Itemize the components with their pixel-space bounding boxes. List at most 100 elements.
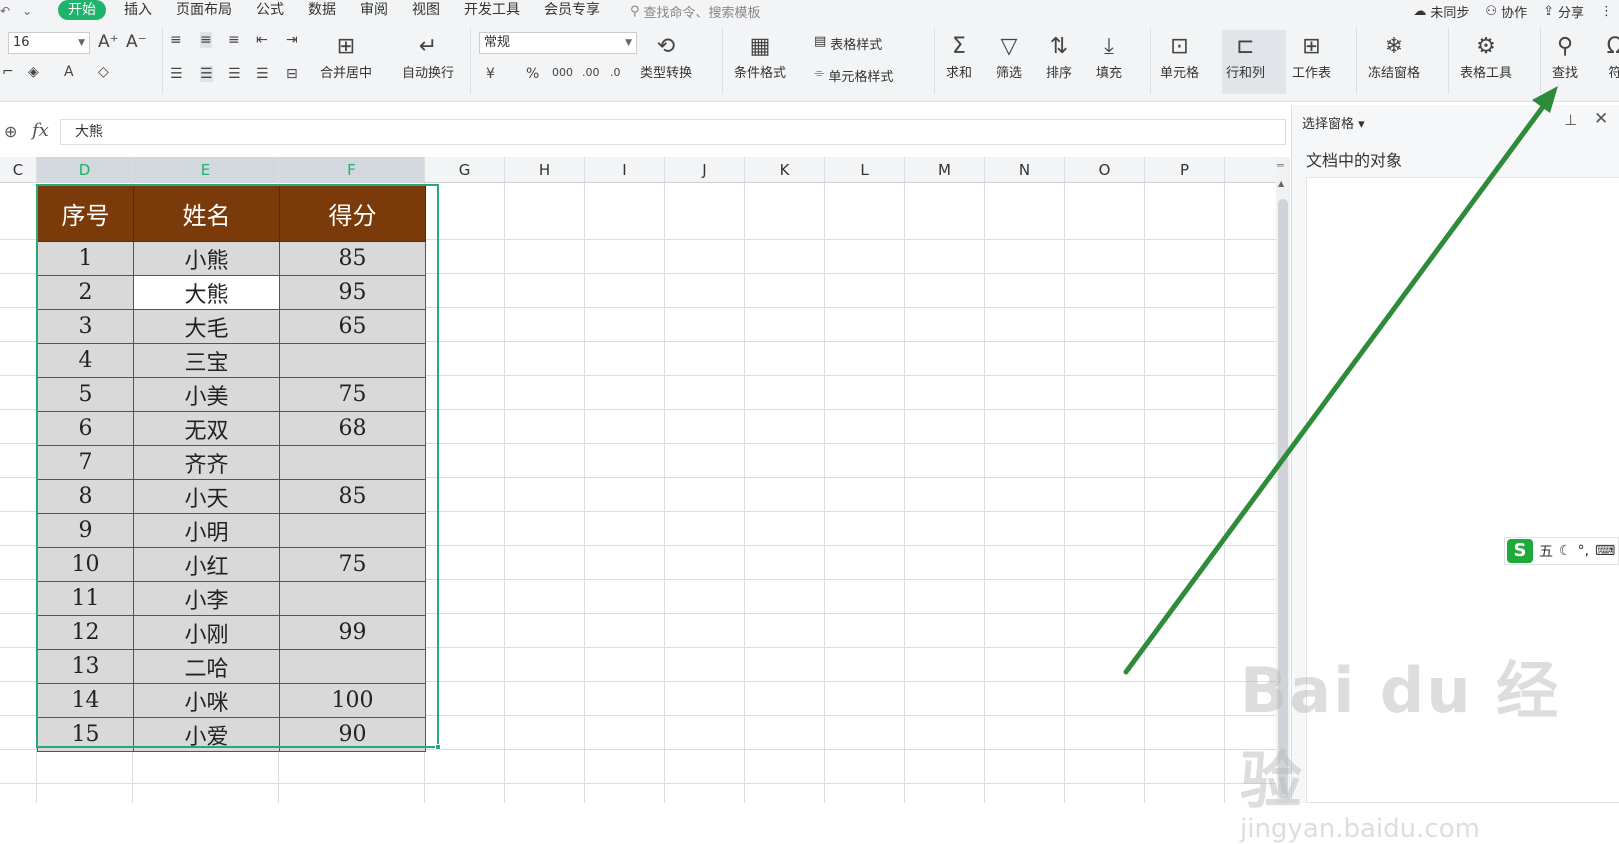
table-cell[interactable]: 小天 — [133, 479, 280, 514]
scroll-thumb[interactable] — [1278, 199, 1288, 799]
merge-center-button[interactable]: ⊞ 合并居中 — [320, 32, 372, 82]
column-header-I[interactable]: I — [585, 157, 665, 183]
table-cell[interactable]: 65 — [279, 309, 426, 344]
sort-button[interactable]: ⇅ 排序 — [1044, 32, 1074, 82]
table-cell[interactable]: 1 — [37, 241, 134, 276]
table-cell[interactable]: 90 — [279, 717, 426, 752]
align-middle-icon[interactable]: ≡ — [200, 32, 212, 48]
align-right-icon[interactable]: ☰ — [228, 66, 241, 82]
spreadsheet-grid[interactable]: CDEFGHIJKLMNOP 序号 姓名 得分 1 小熊 85 2 大熊 95 3 大毛 65 4 三宝… — [0, 157, 1276, 803]
font-size-select[interactable]: 16 ▼ — [8, 32, 90, 54]
table-cell[interactable]: 大毛 — [133, 309, 280, 344]
align-center-icon[interactable]: ☰ — [200, 66, 213, 82]
indent-increase-icon[interactable]: ⇥ — [286, 32, 298, 48]
table-cell[interactable]: 小咪 — [133, 683, 280, 718]
table-cell[interactable] — [279, 513, 426, 548]
table-cell[interactable]: 小明 — [133, 513, 280, 548]
font-color-icon[interactable]: A — [64, 64, 74, 80]
table-cell[interactable]: 85 — [279, 479, 426, 514]
table-cell[interactable]: 2 — [37, 275, 134, 310]
column-header-K[interactable]: K — [745, 157, 825, 183]
table-cell[interactable]: 15 — [37, 717, 134, 752]
auto-wrap-button[interactable]: ↵ 自动换行 — [402, 32, 454, 82]
tab-5[interactable]: 审阅 — [348, 0, 400, 22]
table-cell[interactable]: 8 — [37, 479, 134, 514]
fx-icon[interactable]: fx — [32, 120, 49, 141]
split-icon[interactable]: ═ — [1277, 159, 1284, 172]
table-cell[interactable]: 12 — [37, 615, 134, 650]
close-icon[interactable]: ✕ — [1594, 109, 1608, 129]
increase-font-icon[interactable]: A⁺ — [98, 32, 119, 52]
cell-button[interactable]: ⊡ 单元格 — [1160, 32, 1199, 82]
table-cell[interactable]: 6 — [37, 411, 134, 446]
more-icon[interactable]: ⋮ — [1600, 4, 1613, 19]
indent-decrease-icon[interactable]: ⇤ — [256, 32, 268, 48]
number-format-select[interactable]: 常规 ▼ — [479, 32, 637, 54]
table-cell[interactable]: 95 — [279, 275, 426, 310]
column-header-G[interactable]: G — [425, 157, 505, 183]
formula-input[interactable]: 大熊 — [60, 119, 1286, 145]
align-left-icon[interactable]: ☰ — [170, 66, 183, 82]
table-cell[interactable]: 小红 — [133, 547, 280, 582]
table-cell[interactable]: 大熊 — [133, 275, 280, 310]
tab-6[interactable]: 视图 — [400, 0, 452, 22]
worksheet-button[interactable]: ⊞ 工作表 — [1292, 32, 1331, 82]
column-header-D[interactable]: D — [37, 157, 133, 183]
vertical-scrollbar[interactable]: ═ ▲ — [1276, 157, 1290, 803]
collab-button[interactable]: ⚇ 协作 — [1485, 2, 1527, 21]
decrease-font-icon[interactable]: A⁻ — [126, 32, 147, 52]
table-cell[interactable]: 三宝 — [133, 343, 280, 378]
table-header-cell[interactable]: 姓名 — [133, 185, 280, 242]
table-cell[interactable]: 无双 — [133, 411, 280, 446]
table-cell[interactable]: 100 — [279, 683, 426, 718]
column-header-L[interactable]: L — [825, 157, 905, 183]
table-cell[interactable] — [279, 445, 426, 480]
undo-icon[interactable]: ↶ — [0, 4, 10, 18]
sum-button[interactable]: Σ 求和 — [944, 32, 974, 82]
find-button[interactable]: ⚲ 查找 — [1550, 32, 1580, 82]
filter-button[interactable]: ▽ 筛选 — [994, 32, 1024, 82]
tab-1[interactable]: 插入 — [112, 0, 164, 22]
table-cell[interactable]: 14 — [37, 683, 134, 718]
tab-4[interactable]: 数据 — [296, 0, 348, 22]
cond-format-button[interactable]: ▦ 条件格式 — [734, 32, 786, 82]
column-header-C[interactable]: C — [0, 157, 37, 183]
sync-button[interactable]: ☁ 未同步 — [1413, 2, 1469, 21]
table-cell[interactable]: 85 — [279, 241, 426, 276]
table-cell[interactable]: 68 — [279, 411, 426, 446]
column-header-H[interactable]: H — [505, 157, 585, 183]
fill-color-icon[interactable]: ◈ — [28, 64, 39, 80]
data-table[interactable]: 序号 姓名 得分 1 小熊 85 2 大熊 95 3 大毛 65 4 三宝 5 小美 75 6 无双 68 7 齐齐 8 小… — [37, 185, 426, 752]
tab-0[interactable]: 开始 — [58, 0, 106, 20]
increase-decimal-icon[interactable]: .00 — [582, 66, 600, 79]
tab-8[interactable]: 会员专享 — [532, 0, 612, 22]
table-cell[interactable]: 4 — [37, 343, 134, 378]
freeze-button[interactable]: ❄ 冻结窗格 — [1368, 32, 1420, 82]
fill-button[interactable]: ⤓ 填充 — [1094, 32, 1124, 82]
column-header-O[interactable]: O — [1065, 157, 1145, 183]
column-header-F[interactable]: F — [279, 157, 425, 183]
zoom-icon[interactable]: ⊕ — [4, 122, 24, 142]
table-cell[interactable]: 3 — [37, 309, 134, 344]
table-header-cell[interactable]: 得分 — [279, 185, 426, 242]
table-cell[interactable] — [279, 581, 426, 616]
column-header-M[interactable]: M — [905, 157, 985, 183]
table-cell[interactable]: 5 — [37, 377, 134, 412]
ime-toolbar[interactable]: S 五 ☾ °, ⌨ — [1504, 537, 1619, 565]
row-col-button[interactable]: ⊏ 行和列 — [1226, 32, 1265, 82]
table-cell[interactable]: 齐齐 — [133, 445, 280, 480]
table-cell[interactable]: 9 — [37, 513, 134, 548]
scroll-up-icon[interactable]: ▲ — [1278, 179, 1284, 188]
column-header-P[interactable]: P — [1145, 157, 1225, 183]
table-style-button[interactable]: ▤ 表格样式 — [814, 34, 882, 53]
column-header-N[interactable]: N — [985, 157, 1065, 183]
clear-format-icon[interactable]: ◇ — [98, 64, 109, 80]
table-cell[interactable] — [279, 343, 426, 378]
column-header-J[interactable]: J — [665, 157, 745, 183]
symbol-button[interactable]: Ω 符 — [1600, 32, 1619, 82]
table-cell[interactable]: 小爱 — [133, 717, 280, 752]
chevron-down-icon[interactable]: ⌄ — [22, 4, 32, 18]
format-painter-icon[interactable]: ⌐ — [2, 64, 14, 80]
column-header-E[interactable]: E — [133, 157, 279, 183]
decrease-decimal-icon[interactable]: .0 — [610, 66, 621, 79]
